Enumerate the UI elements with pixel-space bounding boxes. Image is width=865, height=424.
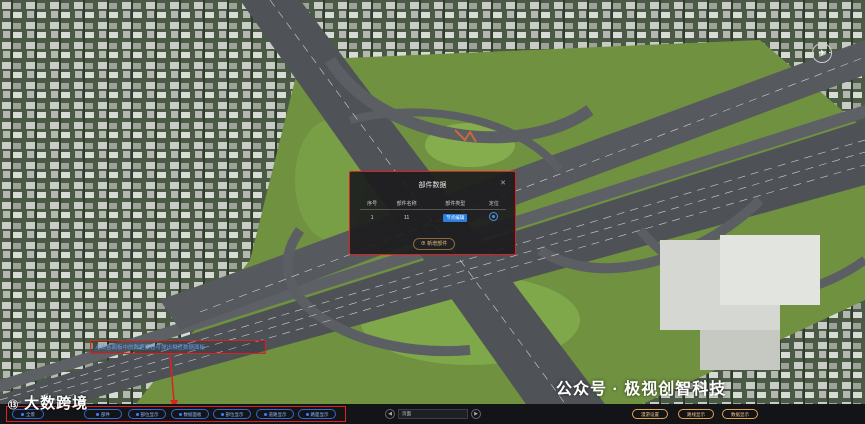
annotation-note: 点击各面板中的数据按钮可弹出相应数据面板 [90, 340, 266, 354]
nav-button-part-display[interactable]: 部位显示 [128, 409, 166, 419]
nav-button-surface-display[interactable]: 路面显示 [298, 409, 336, 419]
column-header: 序号 [360, 198, 385, 210]
row-index: 1 [370, 214, 374, 221]
watermark-logo: ⑬ 大数跨境 [8, 395, 89, 412]
column-header: 部件类型 [428, 198, 482, 210]
logo-icon: ⑬ [8, 400, 19, 412]
row-name: 11 [404, 214, 410, 221]
type-button[interactable]: 节点编辑 [443, 213, 468, 222]
prev-arrow-icon[interactable]: ◀ [385, 409, 395, 419]
nav-button-road-display[interactable]: 道路显示 [256, 409, 294, 419]
column-header: 部件名称 [384, 198, 429, 210]
add-component-button[interactable]: ⊕ 新增部件 [413, 238, 455, 250]
nav-button-components[interactable]: 部件 [84, 409, 122, 419]
nav-button-data-panel[interactable]: 数据面板 [171, 409, 209, 419]
data-display-button[interactable]: 数据显示 [722, 409, 758, 419]
annotation-arrow [169, 354, 178, 408]
locate-icon[interactable] [489, 212, 499, 221]
scene-selector: ◀ 页面 ▶ [385, 409, 481, 419]
route-display-button[interactable]: 路线显示 [678, 409, 714, 419]
column-header: 定位 [481, 198, 506, 210]
nav-button-part-display-2[interactable]: 部位显示 [213, 409, 251, 419]
watermark-text: 公众号 · 极视创智科技 [556, 381, 727, 398]
next-arrow-icon[interactable]: ▶ [471, 409, 481, 419]
compass-icon[interactable]: ✈ [812, 43, 832, 63]
roam-settings-button[interactable]: 漫游设置 [632, 409, 668, 419]
table-row: 1 11 节点编辑 [360, 210, 506, 226]
scene-select-field[interactable]: 页面 [398, 409, 468, 419]
close-icon[interactable]: ✕ [500, 179, 506, 187]
panel-title: 部件数据 [418, 182, 447, 189]
component-data-panel: 部件数据 ✕ 序号 部件名称 部件类型 定位 1 11 节点编辑 ⊕ 新增部件 [349, 171, 516, 255]
component-table: 序号 部件名称 部件类型 定位 1 11 节点编辑 [360, 198, 506, 225]
